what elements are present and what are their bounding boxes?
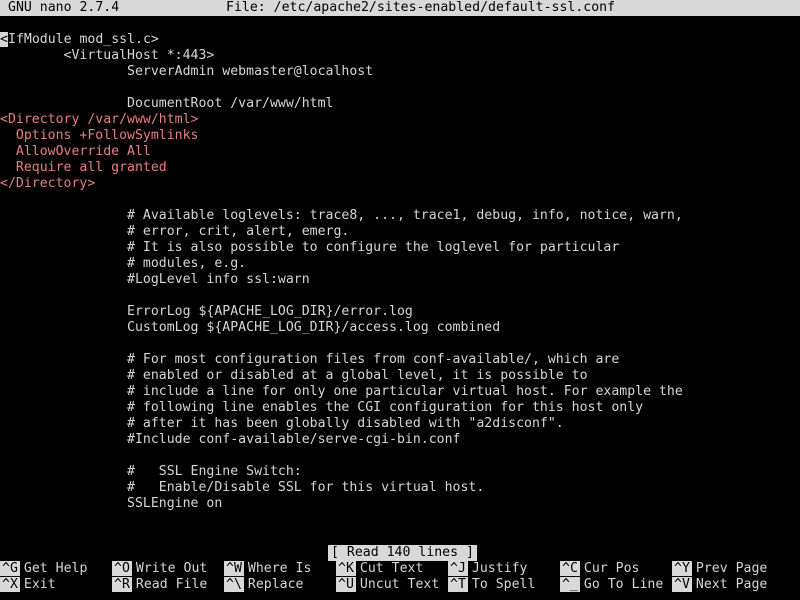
editor-line-2[interactable]: <VirtualHost *:443> bbox=[0, 48, 215, 64]
editor-line-5[interactable]: DocumentRoot /var/www/html bbox=[0, 96, 333, 112]
shortcut-label: Uncut Text bbox=[359, 577, 440, 592]
editor-line-16[interactable]: #LogLevel info ssl:warn bbox=[0, 272, 310, 288]
shortcut-uncut-text[interactable]: ^U Uncut Text bbox=[336, 577, 439, 593]
editor-line-8[interactable]: AllowOverride All bbox=[0, 144, 151, 160]
shortcut-key: ^V bbox=[672, 577, 692, 592]
editor-line-24[interactable]: # following line enables the CGI configu… bbox=[0, 400, 643, 416]
title-bar: GNU nano 2.7.4 File: /etc/apache2/sites-… bbox=[0, 0, 800, 16]
shortcut-key: ^X bbox=[0, 577, 20, 592]
shortcut-justify[interactable]: ^J Justify bbox=[448, 561, 527, 577]
editor-line-9[interactable]: Require all granted bbox=[0, 160, 167, 176]
shortcut-label: Next Page bbox=[695, 577, 768, 592]
shortcut-key: ^Y bbox=[672, 561, 692, 576]
shortcut-label: Cut Text bbox=[359, 561, 424, 576]
shortcut-to-spell[interactable]: ^T To Spell bbox=[448, 577, 535, 593]
shortcut-key: ^R bbox=[112, 577, 132, 592]
shortcut-key: ^_ bbox=[560, 577, 580, 592]
shortcut-label: Exit bbox=[23, 577, 56, 592]
shortcut-key: ^\ bbox=[224, 577, 244, 592]
shortcut-key: ^C bbox=[560, 561, 580, 576]
editor-line-14[interactable]: # It is also possible to configure the l… bbox=[0, 240, 619, 256]
editor-line-1-text: IfModule mod_ssl.c> bbox=[8, 32, 159, 47]
text-editor-area[interactable]: <IfModule mod_ssl.c> <VirtualHost *:443>… bbox=[0, 32, 800, 544]
shortcut-label: Justify bbox=[471, 561, 528, 576]
editor-line-6[interactable]: <Directory /var/www/html> bbox=[0, 112, 199, 128]
editor-line-26[interactable]: #Include conf-available/serve-cgi-bin.co… bbox=[0, 432, 460, 448]
editor-line-12[interactable]: # Available loglevels: trace8, ..., trac… bbox=[0, 208, 683, 224]
editor-line-29[interactable]: # Enable/Disable SSL for this virtual ho… bbox=[0, 480, 484, 496]
shortcut-label: Cur Pos bbox=[583, 561, 640, 576]
editor-line-15[interactable]: # modules, e.g. bbox=[0, 256, 246, 272]
shortcut-key: ^J bbox=[448, 561, 468, 576]
shortcut-get-help[interactable]: ^G Get Help bbox=[0, 561, 87, 577]
shortcut-label: To Spell bbox=[471, 577, 536, 592]
shortcut-key: ^U bbox=[336, 577, 356, 592]
shortcut-go-to-line[interactable]: ^_ Go To Line bbox=[560, 577, 663, 593]
shortcut-label: Where Is bbox=[247, 561, 312, 576]
shortcut-label: Write Out bbox=[135, 561, 208, 576]
editor-line-25[interactable]: # after it has been globally disabled wi… bbox=[0, 416, 564, 432]
editor-line-19[interactable]: CustomLog ${APACHE_LOG_DIR}/access.log c… bbox=[0, 320, 500, 336]
editor-line-21[interactable]: # For most configuration files from conf… bbox=[0, 352, 619, 368]
editor-line-22[interactable]: # enabled or disabled at a global level,… bbox=[0, 368, 588, 384]
editor-line-7[interactable]: Options +FollowSymlinks bbox=[0, 128, 199, 144]
editor-line-13[interactable]: # error, crit, alert, emerg. bbox=[0, 224, 349, 240]
shortcut-cur-pos[interactable]: ^C Cur Pos bbox=[560, 561, 639, 577]
shortcut-prev-page[interactable]: ^Y Prev Page bbox=[672, 561, 767, 577]
shortcut-label: Read File bbox=[135, 577, 208, 592]
shortcut-exit[interactable]: ^X Exit bbox=[0, 577, 56, 593]
shortcut-label: Prev Page bbox=[695, 561, 768, 576]
editor-line-28[interactable]: # SSL Engine Switch: bbox=[0, 464, 302, 480]
editor-line-18[interactable]: ErrorLog ${APACHE_LOG_DIR}/error.log bbox=[0, 304, 413, 320]
shortcut-key: ^O bbox=[112, 561, 132, 576]
status-message: [ Read 140 lines ] bbox=[328, 545, 477, 561]
shortcut-label: Replace bbox=[247, 577, 304, 592]
shortcut-key: ^K bbox=[336, 561, 356, 576]
shortcut-label: Go To Line bbox=[583, 577, 664, 592]
file-path: File: /etc/apache2/sites-enabled/default… bbox=[226, 0, 616, 15]
shortcut-bar: ^G Get Help ^O Write Out ^W Where Is ^K Cut … bbox=[0, 561, 800, 593]
editor-line-3[interactable]: ServerAdmin webmaster@localhost bbox=[0, 64, 373, 80]
shortcut-key: ^T bbox=[448, 577, 468, 592]
shortcut-cut-text[interactable]: ^K Cut Text bbox=[336, 561, 423, 577]
shortcut-write-out[interactable]: ^O Write Out bbox=[112, 561, 207, 577]
editor-line-1[interactable]: <IfModule mod_ssl.c> bbox=[0, 32, 159, 48]
editor-line-10[interactable]: </Directory> bbox=[0, 176, 95, 192]
editor-line-23[interactable]: # include a line for only one particular… bbox=[0, 384, 683, 400]
shortcut-where-is[interactable]: ^W Where Is bbox=[224, 561, 311, 577]
shortcut-label: Get Help bbox=[23, 561, 88, 576]
editor-line-30[interactable]: SSLEngine on bbox=[0, 496, 222, 512]
shortcut-read-file[interactable]: ^R Read File bbox=[112, 577, 207, 593]
app-version: GNU nano 2.7.4 bbox=[8, 0, 120, 15]
shortcut-key: ^W bbox=[224, 561, 244, 576]
nano-terminal-window: GNU nano 2.7.4 File: /etc/apache2/sites-… bbox=[0, 0, 800, 600]
shortcut-key: ^G bbox=[0, 561, 20, 576]
shortcut-next-page[interactable]: ^V Next Page bbox=[672, 577, 767, 593]
shortcut-replace[interactable]: ^\ Replace bbox=[224, 577, 303, 593]
text-cursor: < bbox=[0, 32, 8, 47]
